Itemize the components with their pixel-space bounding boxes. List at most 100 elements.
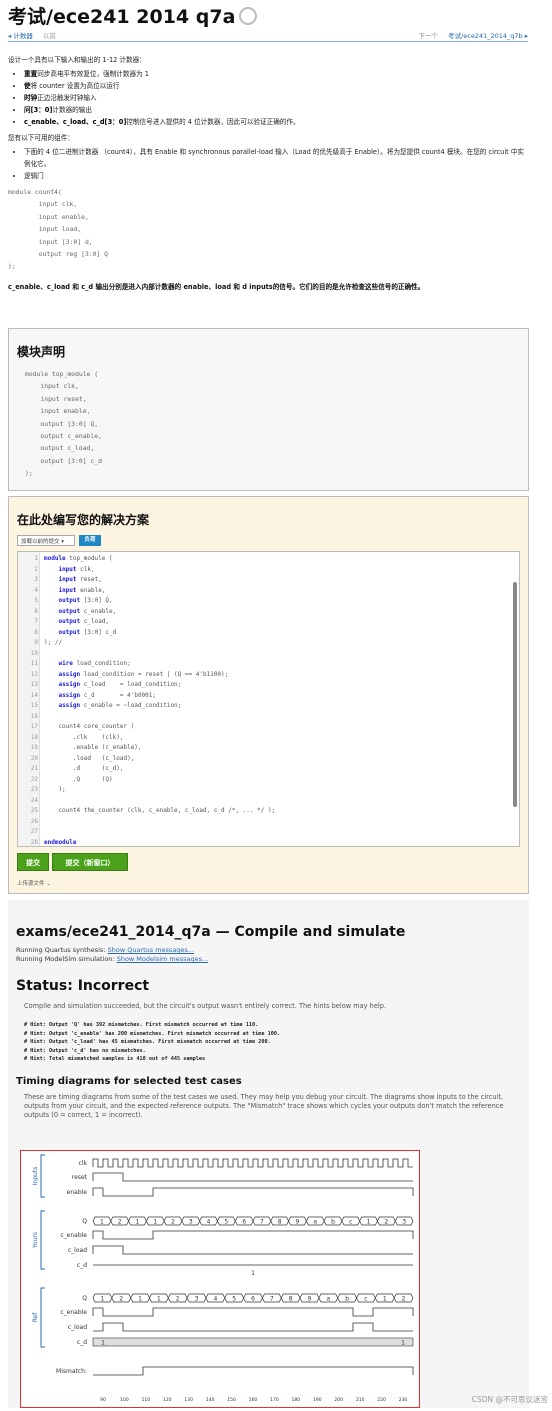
- code-line[interactable]: 20 .load (c_load),: [18, 754, 519, 765]
- code-line[interactable]: 28 endmodule: [18, 838, 519, 847]
- code-editor[interactable]: 1 module top_module (2 input clk, 3 input …: [17, 551, 520, 847]
- time-tick: 160: [249, 1397, 258, 1403]
- time-tick: 200: [334, 1397, 343, 1403]
- timing-diagram: Inputs Yours Ref clk reset enable Qc_enable c_l…: [20, 1150, 420, 1408]
- code-line[interactable]: 15 assign c_enable = ~load_condition;: [18, 701, 519, 712]
- line-number: 25: [30, 807, 38, 814]
- time-tick: 90: [100, 1397, 106, 1403]
- ref-q-value: 5: [232, 1296, 236, 1303]
- time-tick: 120: [163, 1397, 172, 1403]
- yours-q-value: 1: [153, 1219, 157, 1226]
- ref-c-d-value: 1: [101, 1340, 105, 1347]
- code-line[interactable]: 27: [18, 827, 519, 838]
- code-line[interactable]: 8 output [3:0] c_d: [18, 628, 519, 639]
- code-line[interactable]: 16: [18, 712, 519, 723]
- yours-q-value: c: [349, 1219, 352, 1226]
- modelsim-label: Running ModelSim simulation:: [16, 955, 115, 963]
- quartus-line: Running Quartus synthesis: Show Quartus …: [16, 946, 521, 955]
- signal-label: Mismatch:: [56, 1368, 87, 1375]
- io-item: 使将 counter 设置为高位以运行: [24, 80, 528, 92]
- ref-q-value: c: [364, 1296, 367, 1303]
- quartus-messages-link[interactable]: Show Quartus messages...: [108, 946, 194, 954]
- watermark: CSDN @不可思议迷宫: [471, 1395, 548, 1404]
- components-list: 下面的 4 位二进制计数器 （count4），具有 Enable 和 synch…: [8, 146, 528, 182]
- line-number: 8: [34, 628, 38, 636]
- solution-heading: 在此处编写您的解决方案: [17, 513, 150, 527]
- code-line[interactable]: 4 input enable,: [18, 586, 519, 597]
- line-number: 1: [34, 555, 38, 562]
- load-button[interactable]: 负荷: [79, 535, 101, 546]
- modelsim-messages-link[interactable]: Show Modelsim messages...: [117, 955, 209, 963]
- code-line[interactable]: 26: [18, 817, 519, 828]
- group-bracket: [40, 1287, 45, 1348]
- results-heading: exams/ece241_2014_q7a — Compile and simu…: [16, 924, 406, 940]
- signal-label: c_load: [68, 1324, 87, 1331]
- code-line[interactable]: 21 .d (c_d),: [18, 764, 519, 775]
- signal-label: Q: [82, 1218, 87, 1225]
- line-code: .enable (c_enable),: [44, 744, 142, 751]
- code-line[interactable]: 13 assign c_load = load_condition;: [18, 680, 519, 691]
- upload-source-link[interactable]: 上传源文件 ⌄: [17, 879, 51, 887]
- code-line[interactable]: 19 .enable (c_enable),: [18, 743, 519, 754]
- timing-heading: Timing diagrams for selected test cases: [16, 1075, 242, 1087]
- code-line[interactable]: 17 count4 core_counter (: [18, 722, 519, 733]
- nav-divider: [8, 41, 528, 42]
- code-line[interactable]: 22 .Q (Q): [18, 775, 519, 786]
- io-item: 问[3：0]计数器的输出: [24, 104, 528, 116]
- line-code: input enable,: [58, 586, 106, 594]
- time-tick: 130: [184, 1397, 193, 1403]
- problem-description: 设计一个具有以下输入和输出的 1-12 计数器： 重置同步高电平有效复位，强制计…: [8, 54, 528, 293]
- submit-new-window-button[interactable]: 提交（新窗口）: [52, 853, 128, 871]
- components-lead: 您有以下可用的组件：: [8, 134, 74, 142]
- signal-label: c_d: [77, 1339, 87, 1346]
- hint-line: # Hint: Total mismatched samples is 410 …: [24, 1056, 206, 1063]
- code-line[interactable]: 12 assign load_condition = reset | (Q ==…: [18, 670, 519, 681]
- time-tick: 180: [292, 1397, 301, 1403]
- line-number: 7: [34, 618, 38, 625]
- io-desc: 计数器的输出: [52, 106, 92, 114]
- nav-prev-link[interactable]: ◂ 计数器: [8, 32, 33, 40]
- code-line[interactable]: 9); //: [18, 638, 519, 649]
- code-line[interactable]: 6 output c_enable,: [18, 607, 519, 618]
- nav-next-link[interactable]: 考试/ece241_2014_q7b ▸: [448, 32, 528, 40]
- code-line[interactable]: 3 input reset,: [18, 575, 519, 586]
- line-number: 5: [34, 597, 38, 604]
- results-panel: exams/ece241_2014_q7a — Compile and simu…: [8, 900, 529, 1408]
- code-line[interactable]: 1 module top_module (: [18, 554, 519, 565]
- clk-wave: [92, 1158, 413, 1168]
- code-line[interactable]: 5 output [3:0] Q,: [18, 596, 519, 607]
- code-line[interactable]: 23 );: [18, 785, 519, 796]
- code-line[interactable]: 25 count4 the_counter (clk, c_enable, c_…: [18, 806, 519, 817]
- submit-button[interactable]: 提交: [17, 853, 49, 871]
- code-line[interactable]: 18 .clk (clk),: [18, 733, 519, 744]
- intro-footer: c_enable、c_load 和 c_d 输出分别是进入内部计数器的 enab…: [8, 282, 425, 291]
- group-bracket: [40, 1154, 45, 1198]
- line-number: 20: [30, 754, 38, 762]
- io-desc: 控制信号进入提供的 4 位计数器，因此可以验证正确的作。: [126, 118, 300, 126]
- time-tick: 230: [399, 1397, 408, 1403]
- line-code: wire load_condition;: [58, 660, 131, 667]
- code-line[interactable]: 24: [18, 796, 519, 807]
- line-number: 6: [34, 607, 38, 615]
- line-number: 28: [30, 838, 38, 846]
- group-label: Inputs: [32, 1167, 39, 1186]
- io-name: 时钟: [24, 94, 38, 102]
- hints-list: # Hint: Output 'Q' has 392 mismatches. F…: [24, 1021, 521, 1064]
- module-declaration-code: module top_module ( input clk, input res…: [25, 370, 102, 478]
- ref-c-load-wave: [93, 1322, 413, 1332]
- hint-line: # Hint: Output 'c_d' has no mismatches.: [24, 1047, 146, 1054]
- io-desc: 正边沿触发时钟输入: [37, 94, 97, 102]
- line-number: 26: [30, 817, 38, 825]
- ref-q-value: 3: [195, 1296, 199, 1303]
- code-line[interactable]: 2 input clk,: [18, 565, 519, 576]
- line-number: 12: [30, 670, 38, 678]
- time-tick: 100: [120, 1397, 129, 1403]
- code-line[interactable]: 10: [18, 649, 519, 660]
- yours-q-value: 1: [136, 1219, 140, 1226]
- code-line[interactable]: 7 output c_load,: [18, 617, 519, 628]
- line-number: 4: [34, 586, 38, 594]
- ref-q-value: 8: [289, 1296, 293, 1303]
- previous-submission-select[interactable]: 加载以前的提交 ▾: [17, 535, 75, 546]
- code-line[interactable]: 14 assign c_d = 4'b0001;: [18, 691, 519, 702]
- code-line[interactable]: 11 wire load_condition;: [18, 659, 519, 670]
